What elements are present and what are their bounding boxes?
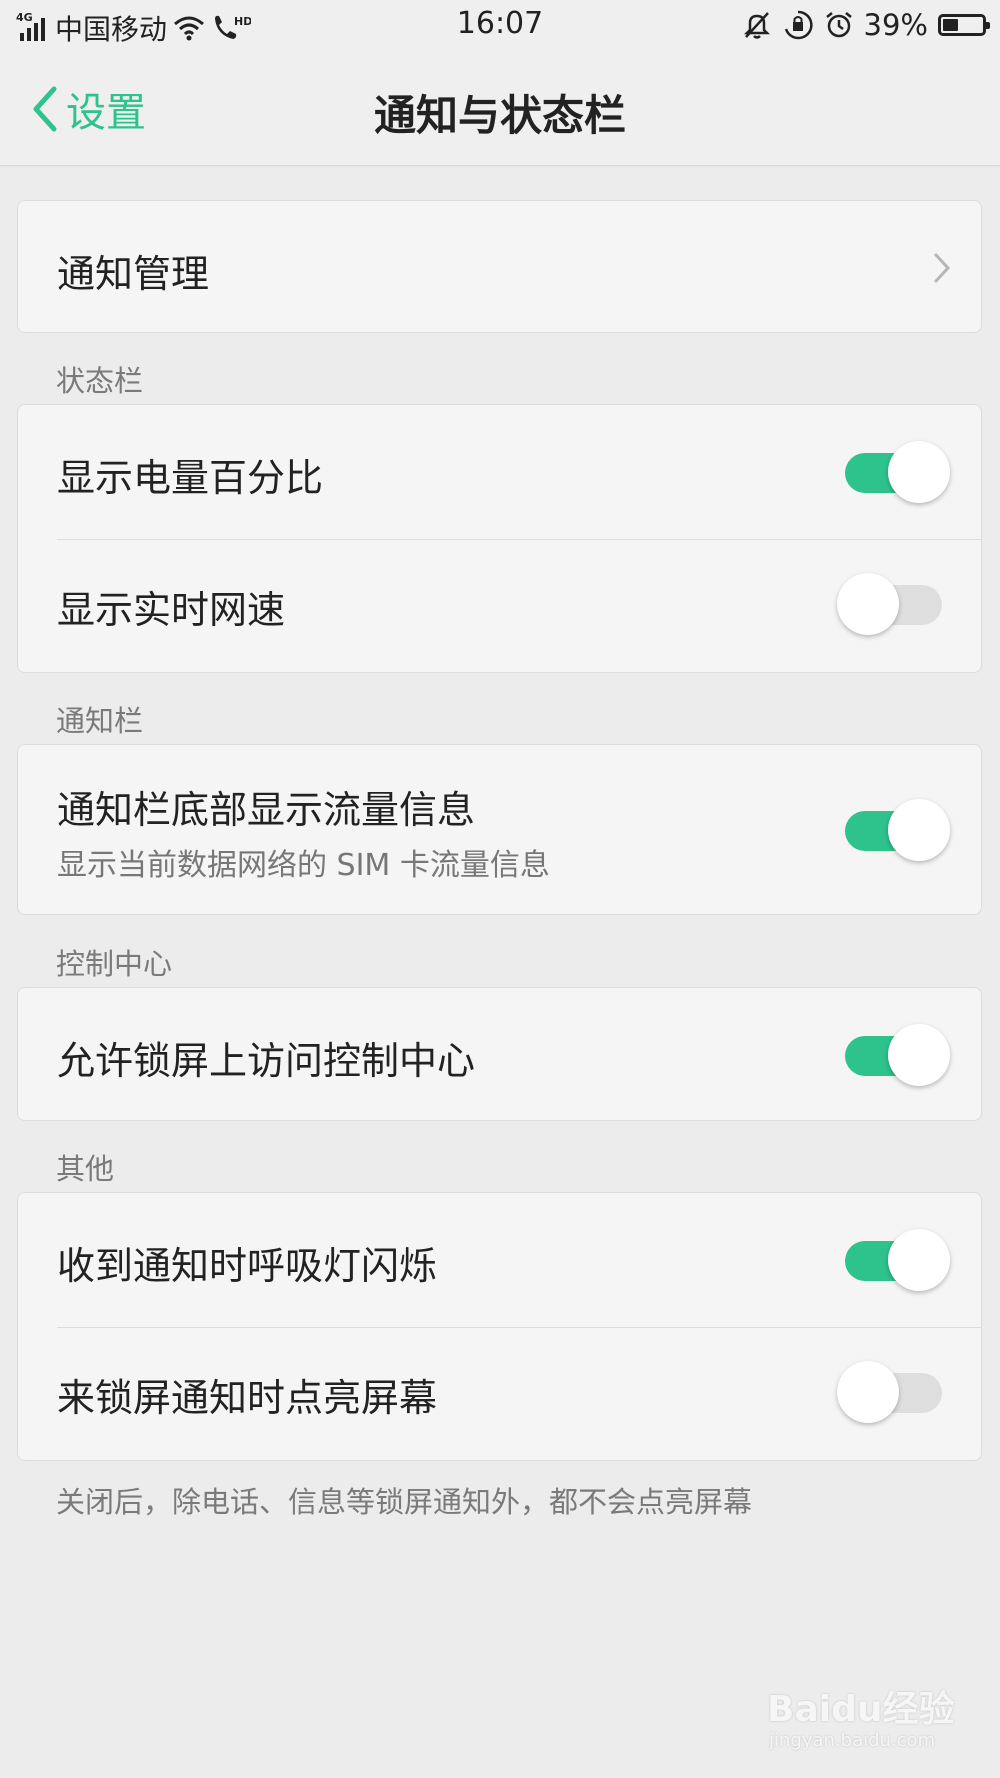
silent-bell-icon (743, 12, 770, 39)
alarm-icon (825, 12, 852, 38)
watermark-url: jingyan.baidu.com (769, 1730, 936, 1751)
chevron-right-icon (934, 253, 951, 283)
battery-percent-label: 显示电量百分比 (57, 456, 324, 500)
page-title: 通知与状态栏 (373, 91, 626, 140)
wake-screen-footnote: 关闭后，除电话、信息等锁屏通知外，都不会点亮屏幕 (56, 1485, 753, 1519)
section-header-other: 其他 (56, 1152, 115, 1186)
breathing-light-row: 收到通知时呼吸灯闪烁 (18, 1193, 981, 1327)
section-header-notification-bar: 通知栏 (56, 704, 144, 738)
nav-bar: 设置 通知与状态栏 (0, 52, 1000, 166)
wake-screen-row: 来锁屏通知时点亮屏幕 (18, 1328, 981, 1460)
network-speed-row: 显示实时网速 (18, 540, 981, 672)
notification-manage-label: 通知管理 (57, 252, 210, 296)
breathing-light-toggle[interactable] (839, 1229, 950, 1293)
control-center-card: 允许锁屏上访问控制中心 (17, 987, 982, 1121)
network-speed-label: 显示实时网速 (57, 588, 286, 632)
status-bar: 4G 中国移动 HD 16:07 39% (0, 0, 1000, 52)
battery-icon (938, 14, 990, 36)
battery-percent-row: 显示电量百分比 (18, 405, 981, 539)
baidu-watermark: Baidu经验 jingyan.baidu.com (767, 1680, 967, 1760)
wake-screen-label: 来锁屏通知时点亮屏幕 (57, 1376, 438, 1420)
status-right: 39% (742, 8, 990, 42)
watermark-logo: Baidu经验 (767, 1689, 955, 1730)
notification-manage-card: 通知管理 (17, 200, 982, 333)
data-usage-subtitle: 显示当前数据网络的 SIM 卡流量信息 (57, 848, 550, 883)
section-header-status-bar: 状态栏 (56, 364, 144, 398)
network-speed-toggle[interactable] (837, 573, 948, 637)
data-usage-label: 通知栏底部显示流量信息 (57, 788, 476, 832)
wake-screen-toggle[interactable] (837, 1361, 948, 1425)
notification-manage-item[interactable]: 通知管理 (18, 201, 981, 332)
battery-fill (943, 19, 958, 31)
status-bar-card: 显示电量百分比 显示实时网速 (17, 404, 982, 673)
section-header-control-center: 控制中心 (56, 947, 173, 981)
data-usage-toggle[interactable] (839, 799, 950, 863)
lockscreen-access-row: 允许锁屏上访问控制中心 (18, 988, 981, 1120)
rotation-lock-icon (784, 10, 813, 40)
lockscreen-access-toggle[interactable] (839, 1024, 950, 1088)
battery-percent-text: 39% (863, 8, 928, 42)
data-usage-row: 通知栏底部显示流量信息 显示当前数据网络的 SIM 卡流量信息 (18, 745, 981, 914)
battery-percent-toggle[interactable] (839, 441, 950, 505)
notification-bar-card: 通知栏底部显示流量信息 显示当前数据网络的 SIM 卡流量信息 (17, 744, 982, 915)
lockscreen-access-label: 允许锁屏上访问控制中心 (57, 1039, 476, 1083)
other-card: 收到通知时呼吸灯闪烁 来锁屏通知时点亮屏幕 (17, 1192, 982, 1461)
breathing-light-label: 收到通知时呼吸灯闪烁 (57, 1244, 438, 1288)
